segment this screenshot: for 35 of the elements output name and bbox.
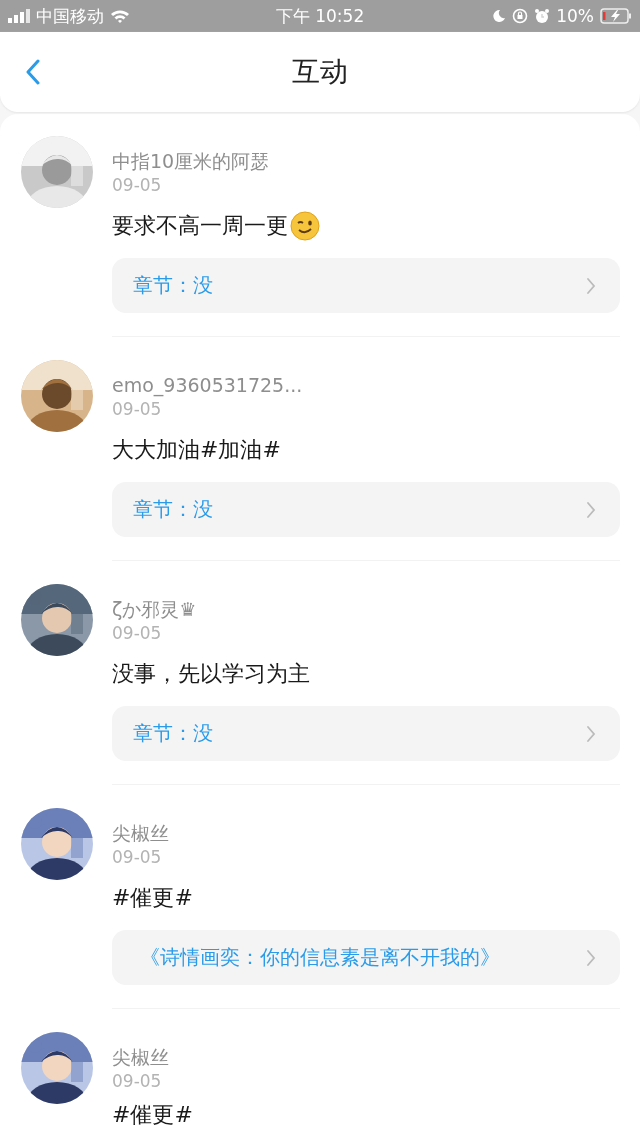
comment-text: 要求不高一周一更 [112,212,288,240]
comment-date: 09-05 [112,622,162,645]
user-name: emo_9360531725... [112,373,303,397]
chevron-right-icon [586,948,596,967]
book-link[interactable]: 《诗情画奕：你的信息素是离不开我的》 [112,930,620,985]
chevron-right-icon [586,276,596,295]
comment-date: 09-05 [112,1070,162,1093]
comment-text: 没事，先以学习为主 [112,660,310,688]
chevron-right-icon [586,724,596,743]
alarm-icon [534,8,551,24]
battery-percent: 10% [556,6,594,26]
user-name: ζか邪灵♛ [112,597,197,621]
carrier-name: 中国移动 [36,4,104,28]
user-name: 尖椒丝 [112,821,169,845]
chevron-right-icon [586,500,596,519]
comment-date: 09-05 [112,398,162,421]
user-name: 中指10厘米的阿瑟 [112,149,270,173]
back-button[interactable] [26,59,40,85]
signal-icon [8,9,30,23]
rotation-lock-icon [512,8,529,24]
comment-text: 大大加油#加油# [112,436,281,464]
battery-icon [600,8,632,24]
user-name: 尖椒丝 [112,1045,169,1069]
wink-emoji-icon [290,211,320,241]
page-title: 互动 [292,54,348,90]
chapter-link[interactable]: 章节：没 [112,482,620,537]
comment-date: 09-05 [112,174,162,197]
comment-text: #催更# [112,1103,193,1127]
comment-date: 09-05 [112,846,162,869]
wifi-icon [110,9,130,23]
status-time: 下午 10:52 [275,4,365,28]
chapter-link[interactable]: 章节：没 [112,706,620,761]
comment-text: #催更# [112,884,193,912]
moon-icon [492,9,507,23]
chapter-link[interactable]: 章节：没 [112,258,620,313]
